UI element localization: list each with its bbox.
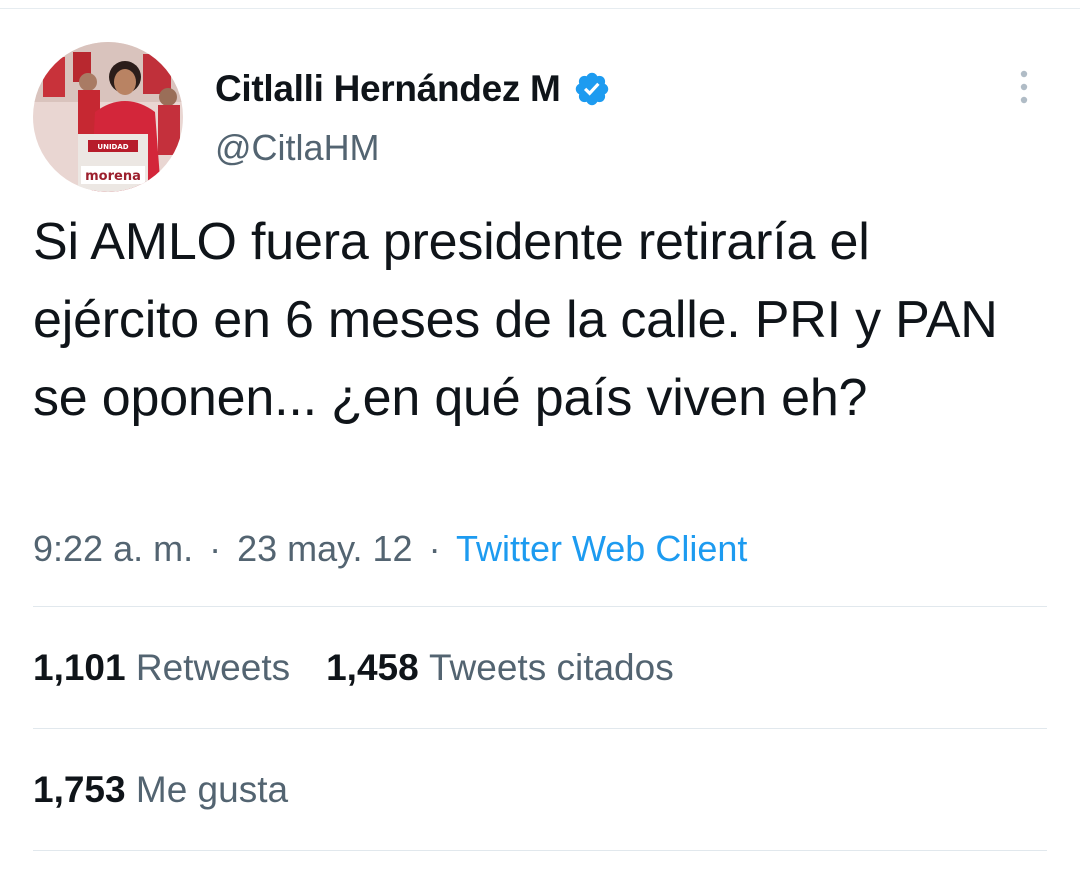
divider [33,606,1047,607]
tweet-text: Si AMLO fuera presidente retiraría el ej… [33,213,998,427]
likes-count: 1,753 [33,769,136,810]
likes-stats-row: 1,753 Me gusta [33,769,324,811]
meta-separator: · [209,528,222,569]
meta-separator: · [428,528,441,569]
tweet-date[interactable]: 23 may. 12 [237,528,412,569]
author-handle[interactable]: @CitlaHM [215,127,380,169]
divider [33,850,1047,851]
tweet-client-link[interactable]: Twitter Web Client [456,528,747,569]
author-display-name[interactable]: Citlalli Hernández M [215,68,611,110]
quotes-stat[interactable]: 1,458 Tweets citados [326,647,674,689]
avatar-sign-line1: UNIDAD [97,143,128,151]
quotes-label: Tweets citados [428,647,674,688]
retweets-count: 1,101 [33,647,136,688]
author-name-text[interactable]: Citlalli Hernández M [215,68,561,110]
retweets-stat[interactable]: 1,101 Retweets [33,647,290,689]
avatar[interactable]: UNIDAD morena [33,42,183,192]
avatar-sign-line2: morena [85,169,141,184]
quotes-count: 1,458 [326,647,429,688]
retweets-label: Retweets [135,647,291,688]
divider [33,728,1047,729]
tweet-metadata: 9:22 a. m. · 23 may. 12 · Twitter Web Cl… [33,528,747,570]
verified-badge-icon [573,70,611,108]
avatar-photo: UNIDAD morena [33,42,183,192]
top-divider [0,8,1080,9]
likes-stat[interactable]: 1,753 Me gusta [33,769,288,811]
engagement-stats-row: 1,101 Retweets 1,458 Tweets citados [33,647,710,689]
tweet-time[interactable]: 9:22 a. m. [33,528,193,569]
likes-label: Me gusta [135,769,289,810]
more-vertical-icon[interactable] [1012,68,1036,108]
